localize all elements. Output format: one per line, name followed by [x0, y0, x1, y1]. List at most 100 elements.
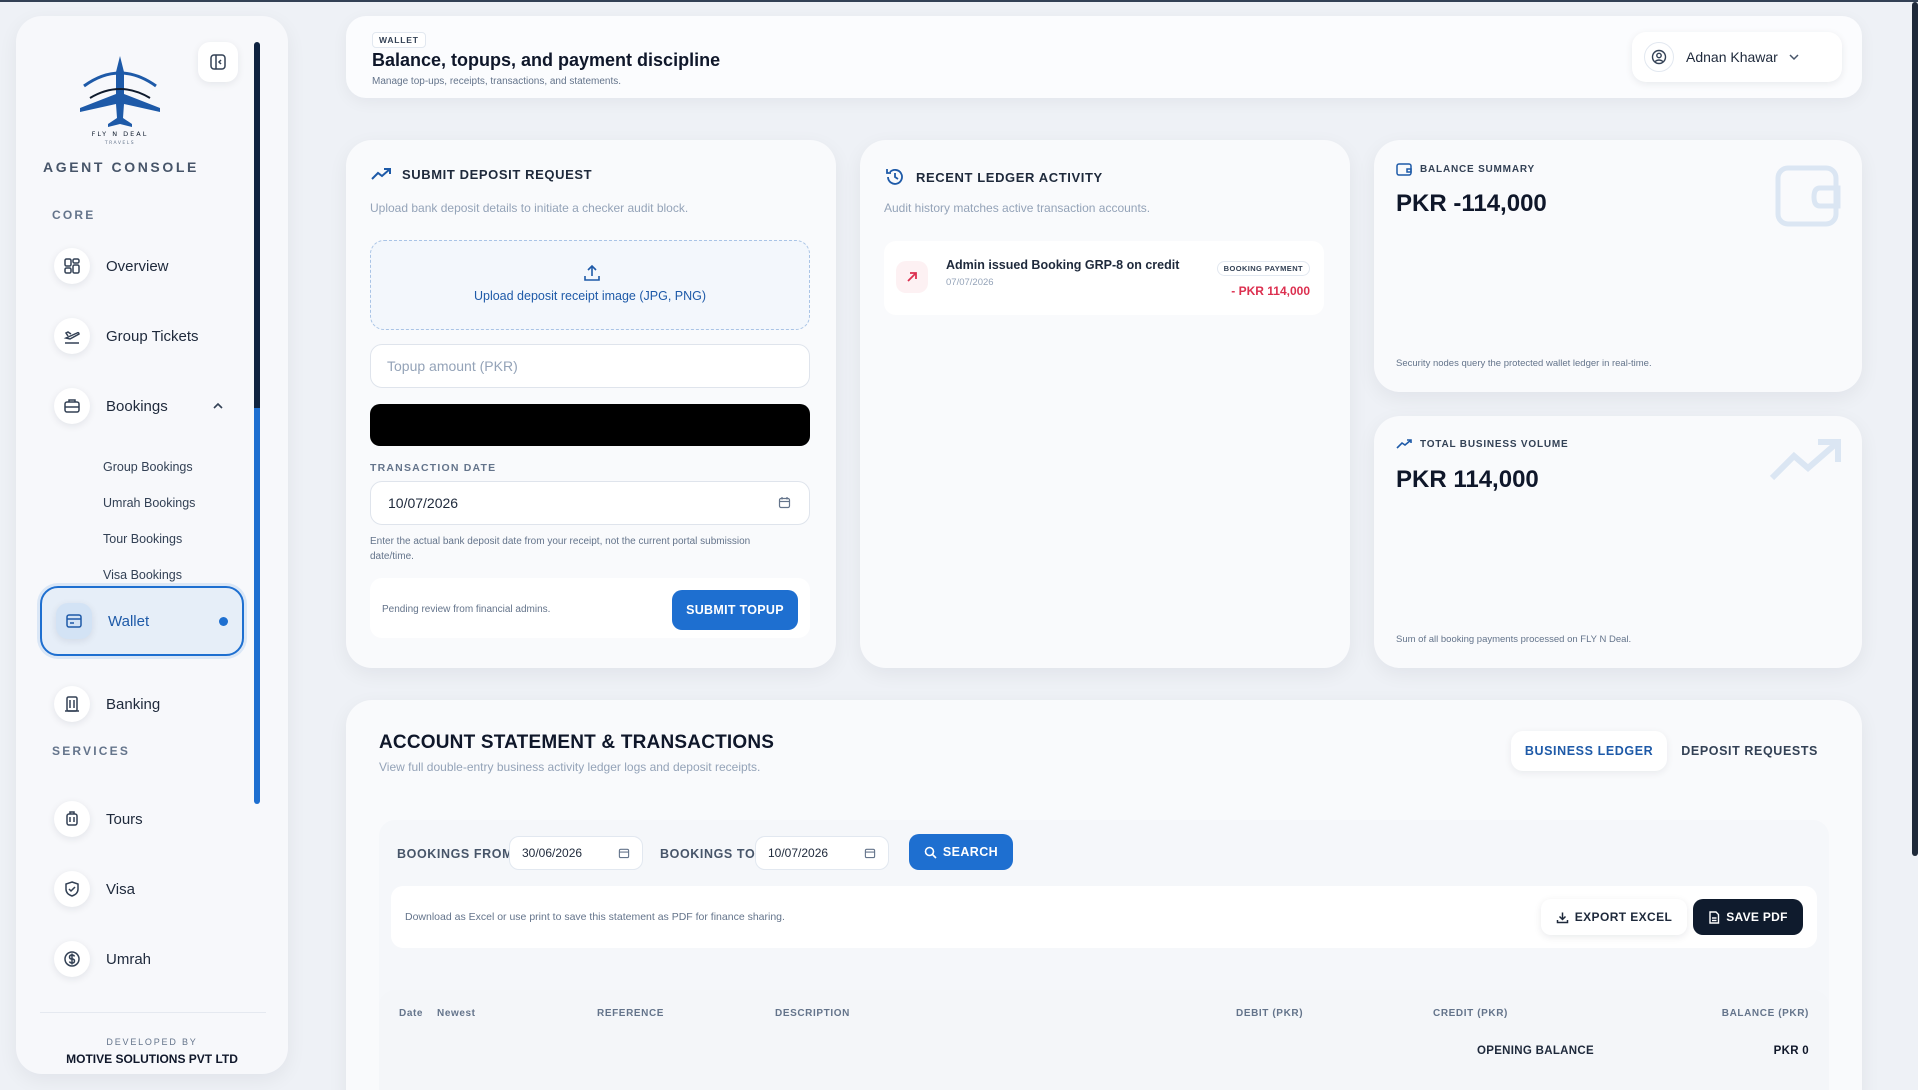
panel-collapse-icon — [210, 54, 226, 70]
card-heading: TOTAL BUSINESS VOLUME — [1396, 438, 1568, 450]
transaction-date-label: TRANSACTION DATE — [370, 462, 497, 474]
submit-topup-button[interactable]: SUBMIT TOPUP — [672, 590, 798, 630]
sort-newest-toggle[interactable]: Newest — [437, 1008, 476, 1019]
wallet-icon — [1396, 163, 1412, 176]
sidebar-item-label: Group Tickets — [106, 327, 199, 345]
sidebar-divider — [40, 1012, 266, 1013]
sidebar-item-group-tickets[interactable]: Group Tickets — [40, 308, 244, 364]
export-excel-button[interactable]: EXPORT EXCEL — [1541, 899, 1687, 935]
redacted-field[interactable] — [370, 404, 810, 446]
date-value: 10/07/2026 — [388, 495, 459, 511]
bank-building-icon — [54, 686, 90, 722]
page-badge: WALLET — [372, 32, 426, 48]
sidebar-item-bookings[interactable]: Bookings — [40, 378, 244, 434]
business-volume-value: PKR 114,000 — [1396, 466, 1539, 493]
ledger-entry-date: 07/07/2026 — [946, 277, 994, 288]
sidebar-item-banking[interactable]: Banking — [40, 676, 244, 732]
submit-row: Pending review from financial admins. SU… — [370, 578, 810, 638]
upload-label: Upload deposit receipt image (JPG, PNG) — [473, 289, 707, 303]
chevron-up-icon[interactable] — [212, 400, 224, 412]
save-pdf-button[interactable]: SAVE PDF — [1693, 899, 1803, 935]
collapse-sidebar-button[interactable] — [198, 42, 238, 82]
column-header-description: DESCRIPTION — [775, 1008, 850, 1019]
calendar-icon[interactable] — [618, 847, 630, 859]
balance-value: PKR -114,000 — [1396, 190, 1547, 217]
sidebar-subitem-group-bookings[interactable]: Group Bookings — [103, 460, 193, 474]
ledger-entry-amount: - PKR 114,000 — [1231, 284, 1310, 298]
sidebar-item-label: Tours — [106, 810, 143, 828]
sidebar: FLY N DEAL TRAVELS AGENT CONSOLE CORE Ov… — [16, 16, 288, 1074]
briefcase-icon — [54, 388, 90, 424]
card-heading: BALANCE SUMMARY — [1396, 162, 1535, 176]
console-title: AGENT CONSOLE — [43, 159, 199, 175]
export-panel: Download as Excel or use print to save t… — [391, 886, 1817, 948]
card-footnote: Security nodes query the protected walle… — [1396, 358, 1652, 369]
sidebar-item-visa[interactable]: Visa — [40, 861, 244, 917]
page-scrollbar[interactable] — [1912, 2, 1918, 856]
section-label-services: SERVICES — [52, 744, 131, 758]
grid-icon — [54, 248, 90, 284]
tab-deposit-requests[interactable]: DEPOSIT REQUESTS — [1667, 731, 1832, 771]
user-name: Adnan Khawar — [1686, 49, 1778, 65]
trending-up-decor-icon — [1769, 439, 1841, 481]
sidebar-scrollbar[interactable] — [254, 42, 260, 804]
card-heading: SUBMIT DEPOSIT REQUEST — [370, 166, 592, 182]
wallet-icon — [56, 603, 92, 639]
sidebar-item-label: Banking — [106, 695, 161, 713]
card-title: RECENT LEDGER ACTIVITY — [916, 169, 1103, 185]
receipt-upload-dropzone[interactable]: Upload deposit receipt image (JPG, PNG) — [370, 240, 810, 330]
user-menu-button[interactable]: Adnan Khawar — [1632, 32, 1842, 82]
to-date-value: 10/07/2026 — [768, 846, 829, 860]
plane-takeoff-icon — [54, 318, 90, 354]
sidebar-item-label: Wallet — [108, 612, 150, 630]
column-header-date[interactable]: Date — [399, 1008, 423, 1019]
sidebar-item-label: Bookings — [106, 397, 168, 415]
developer-company: MOTIVE SOLUTIONS PVT LTD — [66, 1052, 238, 1066]
balance-summary-card: BALANCE SUMMARY PKR -114,000 Security no… — [1374, 140, 1862, 392]
brand-tag: TRAVELS — [104, 140, 135, 146]
user-avatar-icon — [1644, 42, 1674, 72]
bookings-from-input[interactable]: 30/06/2026 — [509, 836, 643, 870]
card-description: Upload bank deposit details to initiate … — [370, 201, 689, 215]
window-top-border — [0, 0, 1918, 2]
dollar-circle-icon — [54, 941, 90, 977]
ledger-entry[interactable]: Admin issued Booking GRP-8 on credit 07/… — [884, 241, 1324, 315]
download-icon — [1556, 912, 1568, 923]
bookings-to-label: BOOKINGS TO — [660, 847, 756, 861]
chevron-down-icon — [1789, 54, 1799, 61]
export-hint: Download as Excel or use print to save t… — [405, 911, 785, 923]
sidebar-item-label: Visa — [106, 880, 135, 898]
bookings-to-input[interactable]: 10/07/2026 — [755, 836, 889, 870]
business-volume-card: TOTAL BUSINESS VOLUME PKR 114,000 Sum of… — [1374, 416, 1862, 668]
sidebar-item-tours[interactable]: Tours — [40, 791, 244, 847]
transaction-date-input[interactable]: 10/07/2026 — [370, 481, 810, 525]
sidebar-item-overview[interactable]: Overview — [40, 238, 244, 294]
page-title: Balance, topups, and payment discipline — [372, 50, 721, 70]
card-description: Audit history matches active transaction… — [884, 201, 1151, 215]
sidebar-subitem-umrah-bookings[interactable]: Umrah Bookings — [103, 496, 195, 510]
column-header-reference: REFERENCE — [597, 1008, 665, 1019]
sidebar-item-wallet[interactable]: Wallet — [40, 586, 244, 656]
card-title: TOTAL BUSINESS VOLUME — [1420, 438, 1569, 450]
column-header-credit: CREDIT (PKR) — [1433, 1008, 1508, 1019]
sidebar-item-umrah[interactable]: Umrah — [40, 931, 244, 987]
topup-amount-input[interactable] — [370, 344, 810, 388]
search-button[interactable]: SEARCH — [909, 834, 1013, 870]
page-subtitle: Manage top-ups, receipts, transactions, … — [372, 76, 622, 87]
card-footnote: Sum of all booking payments processed on… — [1396, 634, 1632, 645]
search-label: SEARCH — [942, 845, 999, 859]
sidebar-subitem-visa-bookings[interactable]: Visa Bookings — [103, 568, 182, 582]
tab-business-ledger[interactable]: BUSINESS LEDGER — [1510, 731, 1668, 771]
from-date-value: 30/06/2026 — [522, 846, 583, 860]
statement-tabs: BUSINESS LEDGER DEPOSIT REQUESTS — [1510, 731, 1832, 771]
calendar-icon[interactable] — [778, 496, 791, 509]
file-icon — [1709, 910, 1720, 924]
bookings-from-label: BOOKINGS FROM — [397, 847, 514, 861]
upload-icon — [584, 264, 600, 281]
card-title: BALANCE SUMMARY — [1420, 163, 1535, 175]
wallet-decor-icon — [1775, 165, 1841, 227]
brand-logo[interactable]: FLY N DEAL TRAVELS — [70, 50, 170, 146]
sidebar-subitem-tour-bookings[interactable]: Tour Bookings — [103, 532, 182, 546]
date-hint: Enter the actual bank deposit date from … — [370, 536, 751, 562]
calendar-icon[interactable] — [864, 847, 876, 859]
